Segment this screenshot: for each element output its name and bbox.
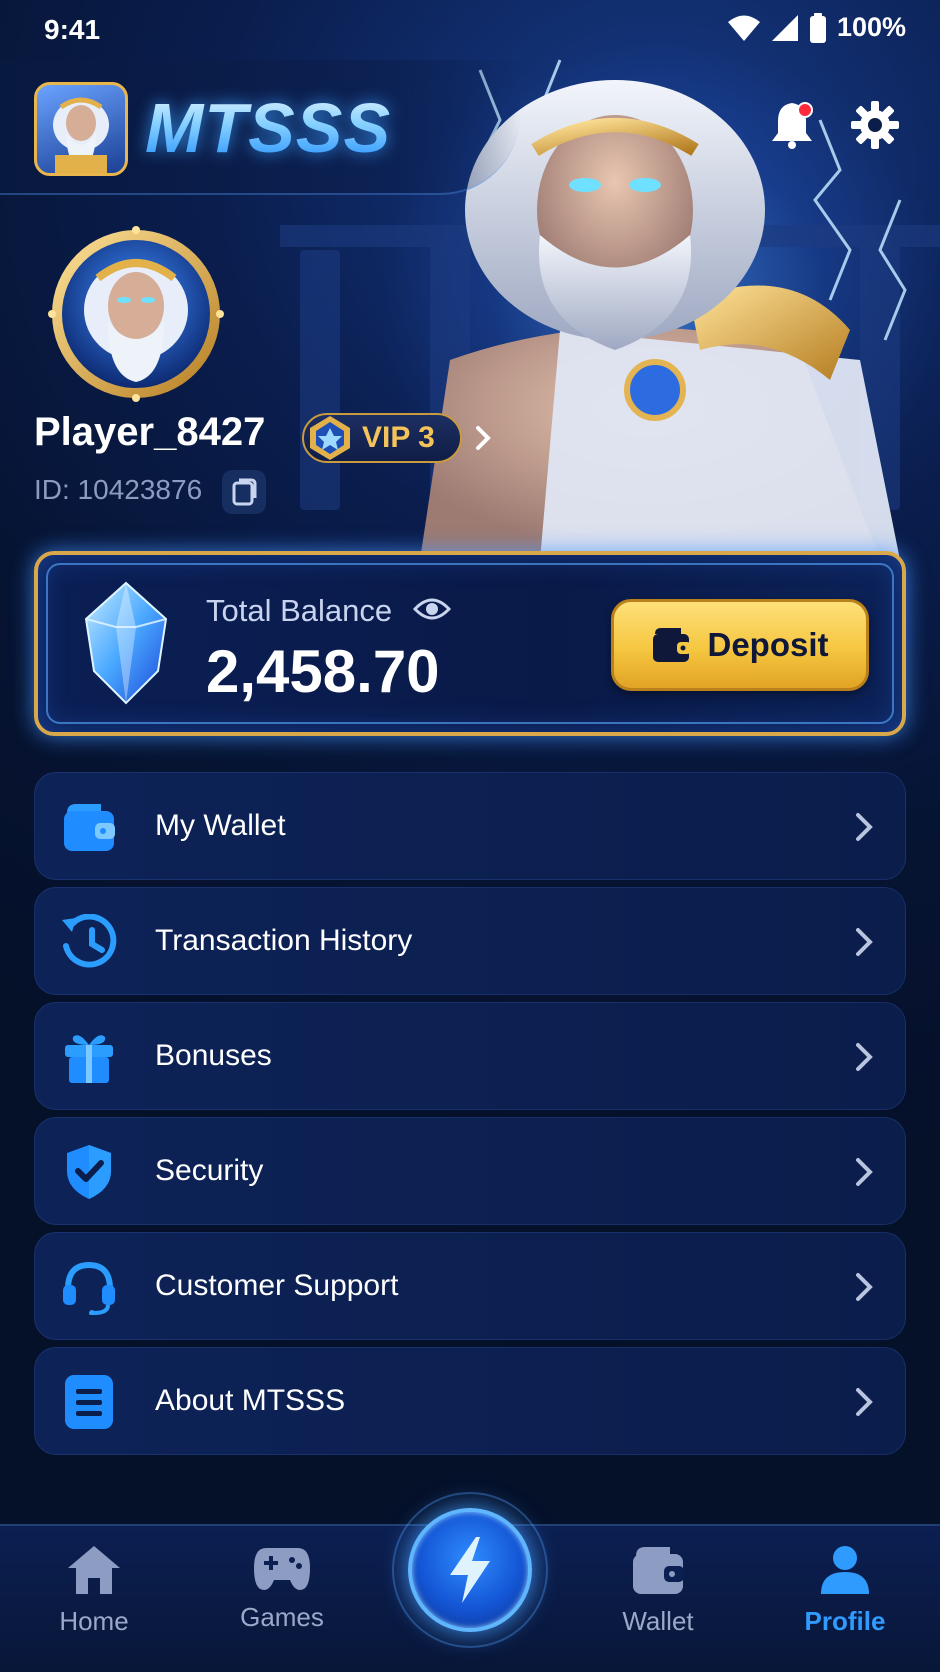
chevron-right-icon (856, 1388, 873, 1416)
vip-crest-icon (310, 416, 350, 460)
nav-label: Profile (804, 1606, 886, 1636)
chevron-right-icon (856, 1273, 873, 1301)
top-header: MTSSS (0, 60, 940, 200)
menu-item-my-wallet[interactable]: My Wallet (34, 772, 906, 880)
signal-icon (771, 14, 798, 41)
wallet-icon (64, 804, 115, 851)
wifi-icon (727, 15, 760, 41)
document-icon (65, 1375, 113, 1429)
nav-label: Home (59, 1606, 129, 1636)
profile-avatar[interactable] (48, 226, 224, 402)
menu-label: Transaction History (155, 924, 413, 957)
vip-badge[interactable]: VIP 3 (302, 413, 462, 463)
settings-button[interactable] (840, 90, 910, 160)
vip-level: VIP 3 (362, 421, 435, 454)
home-icon (68, 1546, 120, 1594)
deposit-label: Deposit (707, 626, 829, 663)
menu-label: About MTSSS (155, 1384, 346, 1417)
chevron-right-icon (856, 928, 873, 956)
menu-item-about[interactable]: About MTSSS (34, 1347, 906, 1455)
user-icon (821, 1546, 869, 1594)
copy-icon (232, 478, 257, 506)
nav-label: Wallet (622, 1606, 694, 1636)
balance-value: 2,458.70 (206, 638, 440, 705)
menu-label: Bonuses (155, 1039, 272, 1072)
gamepad-icon (254, 1548, 310, 1590)
brand-logo: MTSSS (145, 89, 392, 167)
battery-icon (809, 12, 826, 43)
balance-label: Total Balance (206, 593, 393, 628)
chevron-right-icon (856, 813, 873, 841)
profile-screen: 9:41 100% MTSSS Player_8427 VIP 3 ID: 10… (0, 0, 940, 1672)
gem-icon (84, 581, 168, 705)
menu-item-bonuses[interactable]: Bonuses (34, 1002, 906, 1110)
nav-profile[interactable]: Profile (775, 1544, 915, 1654)
shield-icon (67, 1145, 111, 1199)
lightning-icon (450, 1537, 490, 1603)
menu-label: Security (155, 1154, 264, 1187)
notification-dot (797, 102, 813, 118)
eye-icon[interactable] (413, 595, 451, 623)
menu-item-security[interactable]: Security (34, 1117, 906, 1225)
chevron-right-icon[interactable] (473, 418, 493, 458)
nav-label: Games (240, 1602, 324, 1632)
deposit-button[interactable]: Deposit (611, 599, 869, 691)
app-logo-avatar (34, 82, 128, 176)
status-time: 9:41 (44, 14, 101, 45)
notifications-button[interactable] (757, 90, 827, 160)
nav-wallet[interactable]: Wallet (588, 1544, 728, 1654)
menu-label: My Wallet (155, 809, 286, 842)
wallet-icon (633, 1547, 684, 1594)
gift-icon (65, 1035, 113, 1083)
menu-label: Customer Support (155, 1269, 399, 1302)
headset-icon (63, 1261, 115, 1315)
nav-games[interactable]: Games (212, 1544, 352, 1654)
menu-item-customer-support[interactable]: Customer Support (34, 1232, 906, 1340)
chevron-right-icon (856, 1043, 873, 1071)
quick-play-button[interactable] (408, 1508, 532, 1632)
chevron-right-icon (856, 1158, 873, 1186)
status-bar: 9:41 100% (0, 0, 940, 60)
balance-card: Total Balance 2,458.70 Deposit (34, 551, 906, 736)
history-icon (62, 914, 117, 968)
gear-icon (851, 101, 899, 149)
menu-item-transaction-history[interactable]: Transaction History (34, 887, 906, 995)
player-name: Player_8427 (34, 410, 266, 454)
player-id: ID: 10423876 (34, 474, 203, 505)
copy-id-button[interactable] (222, 470, 266, 514)
nav-home[interactable]: Home (24, 1544, 164, 1654)
wallet-icon (653, 628, 692, 662)
battery-level: 100% (836, 12, 906, 42)
